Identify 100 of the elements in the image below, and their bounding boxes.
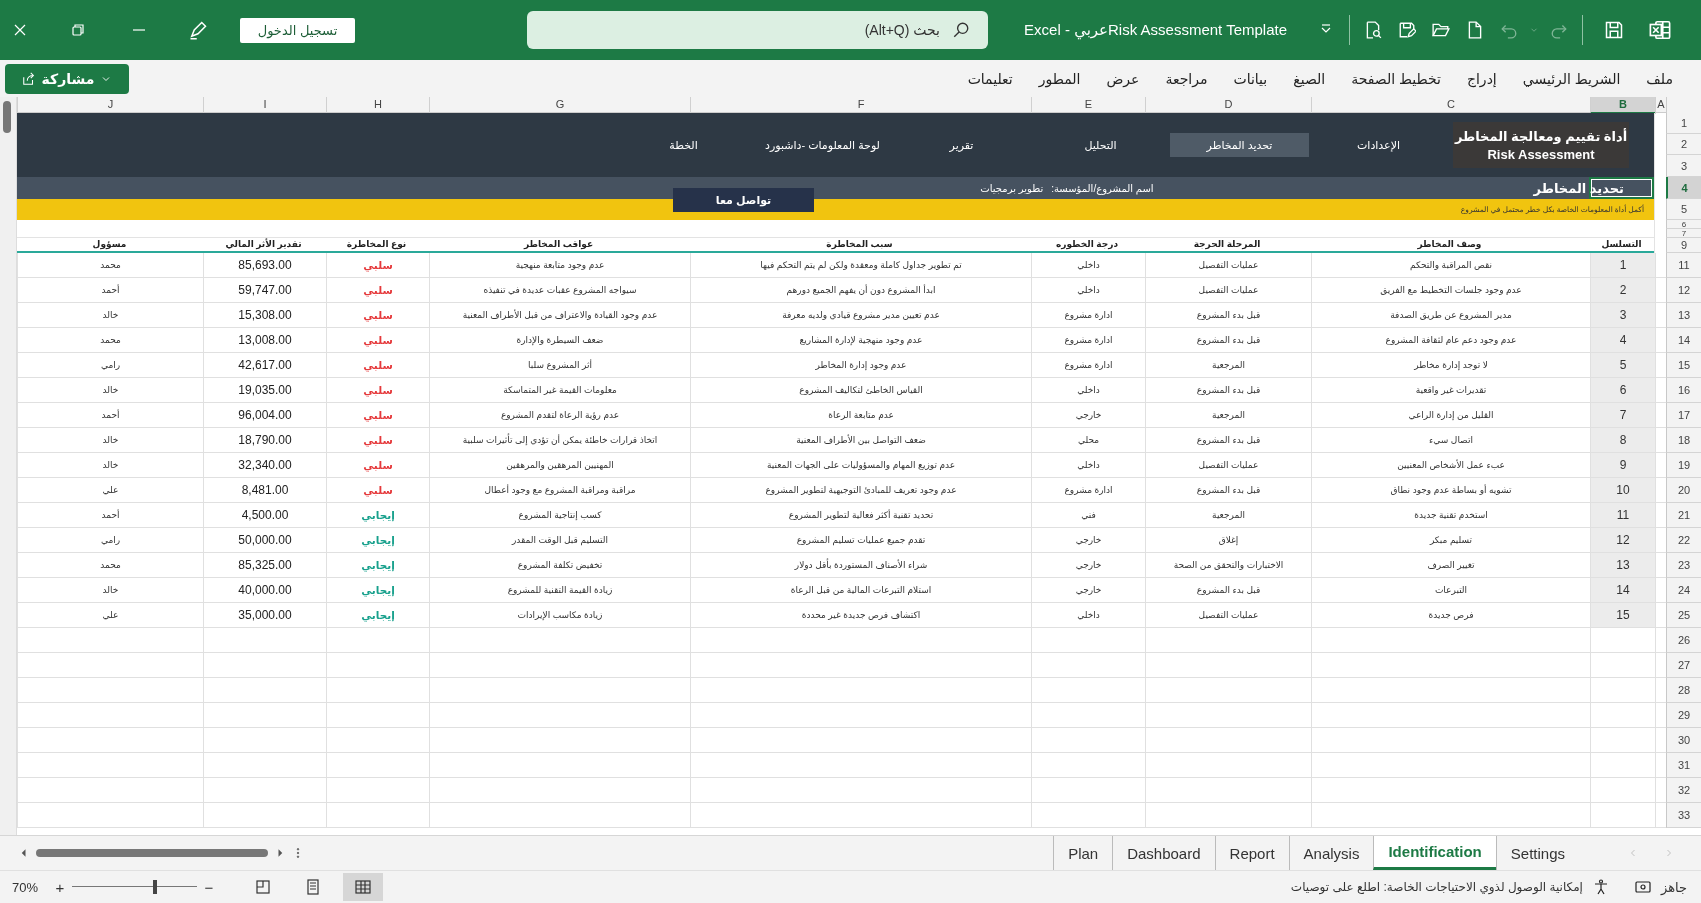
row-header[interactable]: 28 bbox=[1666, 678, 1701, 703]
row-header[interactable]: 3 bbox=[1666, 155, 1701, 177]
table-cell: تشويه أو بساطة عدم وجود نطاق bbox=[1311, 478, 1590, 503]
row-header[interactable]: 21 bbox=[1666, 503, 1701, 528]
table-cell: 32,340.00 bbox=[203, 453, 326, 478]
search-field[interactable]: بحث (Alt+Q) bbox=[527, 11, 988, 49]
row-header[interactable]: 20 bbox=[1666, 478, 1701, 503]
row-header[interactable]: 32 bbox=[1666, 778, 1701, 803]
ribbon-tab[interactable]: الصيغ bbox=[1281, 66, 1338, 91]
row-header[interactable]: 22 bbox=[1666, 528, 1701, 553]
row-header[interactable]: 15 bbox=[1666, 353, 1701, 378]
sign-in-button[interactable]: تسجيل الدخول bbox=[240, 17, 355, 43]
dashboard-nav-item[interactable]: تقرير bbox=[892, 133, 1031, 157]
row-header[interactable]: 33 bbox=[1666, 803, 1701, 828]
row-header[interactable]: 7 bbox=[1666, 229, 1701, 238]
dashboard-nav-item[interactable]: التحليل bbox=[1031, 133, 1170, 157]
table-cell: قبل بدء المشروع bbox=[1145, 303, 1311, 328]
column-heading: المرحلة الحرجة bbox=[1192, 238, 1262, 251]
zoom-level[interactable]: 70% bbox=[12, 879, 52, 895]
tool-title: أداة تقييم ومعالجة المخاطر bbox=[1454, 128, 1628, 144]
table-cell: عدم وجود إدارة المخاطر bbox=[690, 353, 1031, 378]
slider-thumb[interactable] bbox=[153, 880, 158, 894]
dashboard-nav-item[interactable]: تحديد المخاطر bbox=[1170, 133, 1309, 157]
ribbon-tab[interactable]: ملف bbox=[1634, 66, 1685, 91]
project-label: اسم المشروع/المؤسسة: bbox=[1051, 182, 1154, 194]
share-button[interactable]: مشاركة bbox=[5, 63, 129, 94]
row-header[interactable]: 30 bbox=[1666, 728, 1701, 753]
column-heading: تقدير الأثر المالي bbox=[224, 238, 303, 251]
table-cell: عدم وجود جلسات التخطيط مع الفريق bbox=[1311, 278, 1590, 303]
ribbon-tab[interactable]: الشريط الرئيسي bbox=[1510, 66, 1633, 91]
table-cell: المرجعية bbox=[1145, 403, 1311, 428]
ribbon-tab[interactable]: إدراج bbox=[1454, 66, 1509, 91]
table-cell: عدم رؤية الرعاة لتقدم المشروع bbox=[429, 403, 690, 428]
table-cell: محمد bbox=[17, 553, 203, 578]
zoom-out-button[interactable]: − bbox=[201, 878, 217, 896]
dashboard-nav-item[interactable]: الإعدادات bbox=[1309, 133, 1448, 157]
zoom-slider[interactable] bbox=[72, 880, 197, 894]
table-cell: خالد bbox=[17, 453, 203, 478]
table-cell: داخلي bbox=[1031, 253, 1145, 278]
row-header[interactable]: 25 bbox=[1666, 603, 1701, 628]
dashboard-nav-item[interactable]: الخطة bbox=[614, 133, 753, 157]
row-header[interactable]: 24 bbox=[1666, 578, 1701, 603]
display-settings-icon bbox=[1634, 879, 1651, 895]
accessibility-status[interactable]: إمكانية الوصول لذوي الاحتياجات الخاصة: اطلع على توصيات bbox=[1290, 880, 1583, 894]
tool-subtitle: Risk Assessment bbox=[1487, 146, 1595, 162]
row-header[interactable]: 4 bbox=[1666, 177, 1701, 199]
table-cell: نقص المراقبة والتحكم bbox=[1311, 253, 1590, 278]
row-header[interactable]: 13 bbox=[1666, 303, 1701, 328]
table-cell: ادارة مشروع bbox=[1031, 328, 1145, 353]
serial-cell: 2 bbox=[1590, 278, 1655, 303]
vertical-scrollbar[interactable] bbox=[3, 101, 11, 133]
ribbon-tab[interactable]: المطور bbox=[1026, 66, 1093, 91]
view-button[interactable] bbox=[343, 873, 383, 901]
row-header[interactable]: 17 bbox=[1666, 403, 1701, 428]
contact-button[interactable]: تواصل معا bbox=[673, 188, 814, 212]
serial-cell: 7 bbox=[1590, 403, 1655, 428]
row-header[interactable]: 1 bbox=[1666, 113, 1701, 134]
risk-type-label: سلبي bbox=[363, 434, 393, 446]
table-cell: عدم توزيع المهام والمسؤوليات على الجهات المعنية bbox=[690, 453, 1031, 478]
table-cell: 85,325.00 bbox=[203, 553, 326, 578]
sheet-tab[interactable]: Identification bbox=[1373, 836, 1496, 870]
pen-icon bbox=[188, 20, 208, 40]
row-header[interactable]: 14 bbox=[1666, 328, 1701, 353]
table-cell: عدم تعيين مدير مشروع قيادي ولديه معرفة bbox=[690, 303, 1031, 328]
table-cell: قبل بدء المشروع bbox=[1145, 328, 1311, 353]
row-header[interactable]: 2 bbox=[1666, 134, 1701, 155]
empty-cell bbox=[1590, 803, 1655, 828]
table-cell: 13,008.00 bbox=[203, 328, 326, 353]
horizontal-scrollbar[interactable] bbox=[36, 849, 268, 857]
row-header[interactable]: 31 bbox=[1666, 753, 1701, 778]
row-header[interactable]: 18 bbox=[1666, 428, 1701, 453]
table-cell: داخلي bbox=[1031, 278, 1145, 303]
table-cell: 42,617.00 bbox=[203, 353, 326, 378]
row-header[interactable]: 16 bbox=[1666, 378, 1701, 403]
row-header[interactable]: 9 bbox=[1666, 238, 1701, 253]
table-cell: عدم وجود القيادة والاعتراف من قبل الأطراف المعنية bbox=[429, 303, 690, 328]
zoom-in-button[interactable]: + bbox=[52, 878, 68, 896]
empty-cell bbox=[1590, 778, 1655, 803]
page-icon bbox=[1466, 21, 1484, 39]
empty-cell bbox=[1655, 803, 1666, 828]
ribbon-tab[interactable]: بيانات bbox=[1221, 66, 1280, 91]
ribbon-tab[interactable]: عرض bbox=[1094, 66, 1152, 91]
dashboard-nav-item[interactable]: لوحة المعلومات -داشبورد bbox=[753, 133, 892, 157]
row-header[interactable]: 27 bbox=[1666, 653, 1701, 678]
empty-cell bbox=[1590, 628, 1655, 653]
row-header[interactable]: 5 bbox=[1666, 199, 1701, 220]
ribbon-tab[interactable]: مراجعة bbox=[1153, 66, 1220, 91]
row-header[interactable]: 6 bbox=[1666, 220, 1701, 229]
row-header[interactable]: 12 bbox=[1666, 278, 1701, 303]
row-header[interactable]: 29 bbox=[1666, 703, 1701, 728]
ribbon-tab[interactable]: تخطيط الصفحة bbox=[1339, 66, 1453, 91]
table-cell: 59,747.00 bbox=[203, 278, 326, 303]
window-title: Excel - عربيRisk Assessment Template bbox=[1023, 21, 1287, 39]
row-header[interactable]: 19 bbox=[1666, 453, 1701, 478]
row-header[interactable]: 11 bbox=[1666, 253, 1701, 278]
ribbon-tab[interactable]: تعليمات bbox=[955, 66, 1025, 91]
table-cell: ضعف السيطرة والإدارة bbox=[429, 328, 690, 353]
row-header[interactable]: 23 bbox=[1666, 553, 1701, 578]
row-header[interactable]: 26 bbox=[1666, 628, 1701, 653]
serial-cell: 13 bbox=[1590, 553, 1655, 578]
